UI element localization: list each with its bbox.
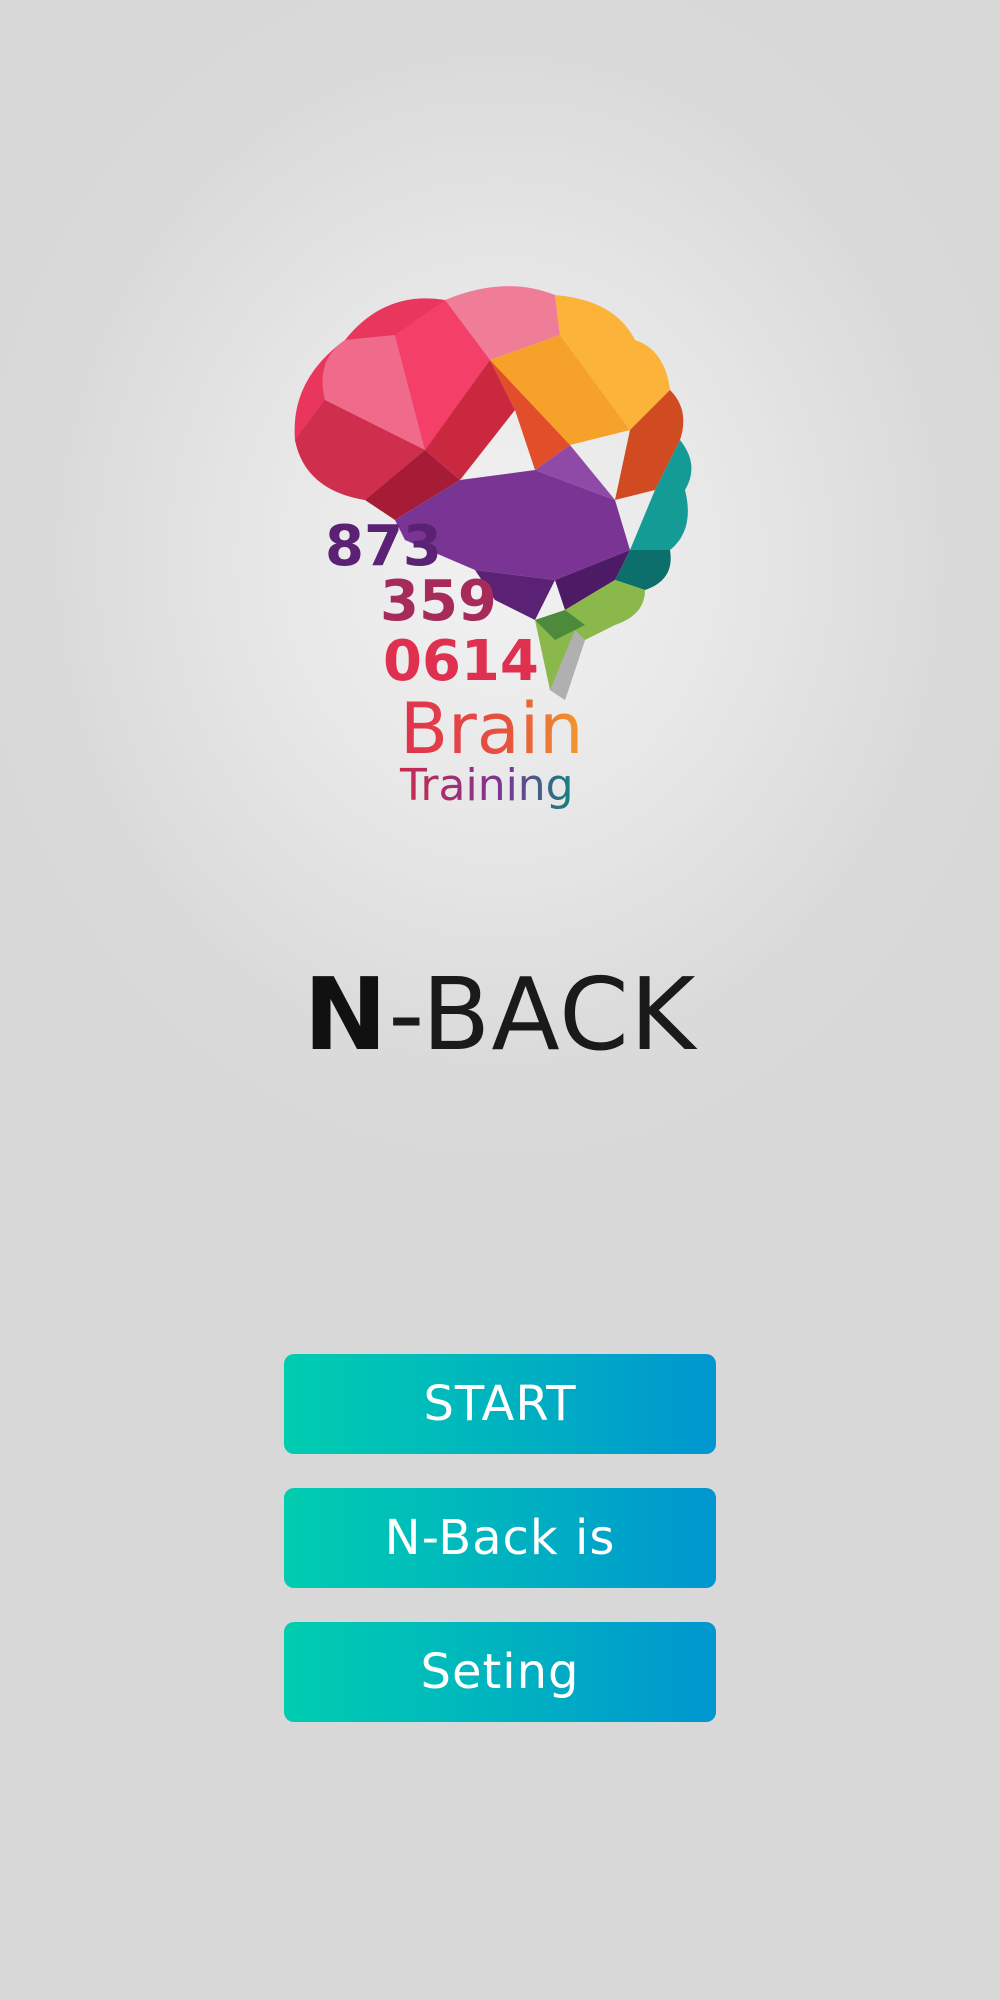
app-title-suffix: -BACK <box>388 956 697 1073</box>
logo-digits-line2: 359 <box>380 569 497 634</box>
setting-button[interactable]: Seting <box>284 1622 716 1722</box>
logo-digits-line3: 0614 <box>383 629 539 694</box>
about-nback-button[interactable]: N-Back is <box>284 1488 716 1588</box>
logo-word-brain: Brain <box>400 688 584 770</box>
logo-word-training: Training <box>399 760 574 811</box>
app-title: N-BACK <box>0 955 1000 1075</box>
brain-icon: 873 359 0614 Brain Training <box>294 286 692 811</box>
brain-training-logo: 873 359 0614 Brain Training <box>285 280 715 820</box>
app-title-prefix: N <box>303 956 389 1073</box>
start-button[interactable]: START <box>284 1354 716 1454</box>
